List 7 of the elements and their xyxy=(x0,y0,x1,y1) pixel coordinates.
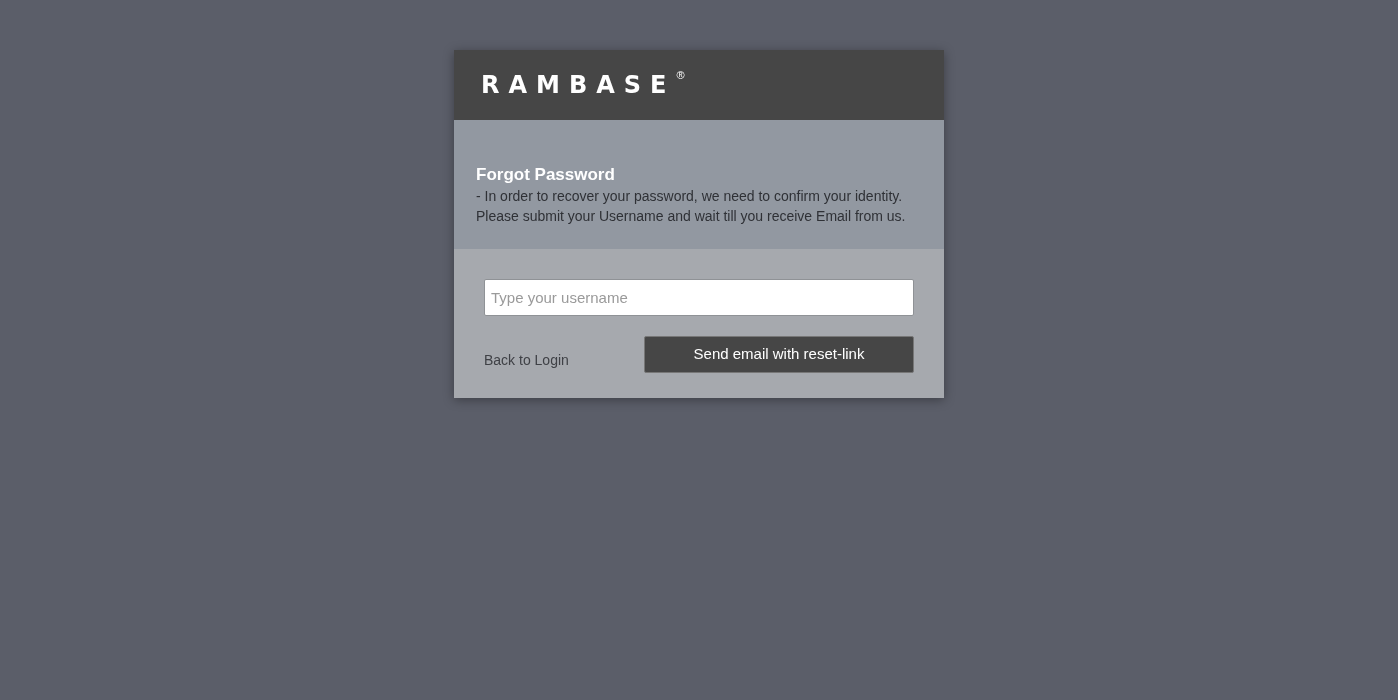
instructions-text: - In order to recover your password, we need to confirm your identity. Please submit your Username and wait till you receive Email from us. xyxy=(476,187,907,226)
username-field[interactable]: Type your username xyxy=(484,279,914,316)
page-title: Forgot Password xyxy=(476,164,616,186)
logo-text: RAMBASE xyxy=(481,73,676,97)
send-reset-link-button[interactable]: Send email with reset-link xyxy=(644,336,914,373)
back-to-login-link[interactable]: Back to Login xyxy=(484,352,569,368)
registered-mark: ® xyxy=(676,70,685,81)
